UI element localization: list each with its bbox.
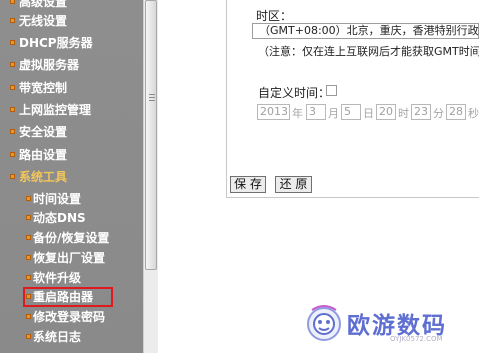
bullet-icon — [10, 85, 15, 90]
month-unit: 月 — [328, 107, 339, 120]
custom-time-label: 自定义时间： — [258, 86, 331, 100]
watermark-url: OYJK0572.COM — [390, 335, 443, 343]
sidebar-subitem-backup[interactable]: 备份/恢复设置 — [0, 228, 143, 248]
sidebar-item-label: 恢复出厂设置 — [33, 251, 106, 265]
highlight-box — [23, 287, 113, 307]
bullet-icon — [10, 174, 15, 179]
sidebar-subitem-upgrade[interactable]: 软件升级 — [0, 268, 143, 288]
restore-button[interactable]: 还 原 — [275, 176, 312, 193]
custom-time-checkbox[interactable] — [326, 85, 337, 96]
hour-unit: 时 — [398, 107, 409, 120]
bullet-icon — [26, 196, 31, 201]
sidebar-item-virtual-server[interactable]: 虚拟服务器 — [0, 55, 143, 75]
month-input[interactable]: 3 — [306, 104, 326, 120]
bullet-icon — [10, 0, 15, 4]
sidebar-subitem-syslog[interactable]: 系统日志 — [0, 327, 143, 347]
bullet-icon — [10, 107, 15, 112]
day-input[interactable]: 5 — [341, 104, 361, 120]
sidebar-subitem-password[interactable]: 修改登录密码 — [0, 307, 143, 327]
sidebar-item-label: 无线设置 — [19, 14, 68, 28]
sidebar-item-label: 修改登录密码 — [33, 310, 106, 324]
sidebar-scrollbar[interactable] — [143, 0, 158, 353]
scrollbar-thumb[interactable] — [145, 0, 157, 270]
sidebar-item-wireless[interactable]: 无线设置 — [0, 11, 143, 31]
sidebar-item-label: 安全设置 — [19, 125, 68, 139]
sidebar-item-label: 虚拟服务器 — [19, 58, 80, 72]
day-unit: 日 — [363, 107, 374, 120]
bullet-icon — [10, 129, 15, 134]
timezone-label: 时区： — [256, 9, 293, 23]
timezone-note: （注意：仅在连上互联网后才能获取GMT时间。 — [258, 45, 479, 58]
bullet-icon — [26, 275, 31, 280]
sidebar-subitem-factory-reset[interactable]: 恢复出厂设置 — [0, 248, 143, 268]
bullet-icon — [26, 255, 31, 260]
sidebar-subitem-ddns[interactable]: 动态DNS — [0, 208, 143, 228]
sidebar-item-label: 路由设置 — [19, 148, 68, 162]
sidebar-item-bandwidth[interactable]: 带宽控制 — [0, 78, 143, 98]
sidebar-item-label: 上网监控管理 — [19, 103, 92, 117]
bullet-icon — [26, 235, 31, 240]
sidebar-item-routing[interactable]: 路由设置 — [0, 145, 143, 165]
sidebar-item-label: 系统日志 — [33, 330, 82, 344]
sidebar-item-security[interactable]: 安全设置 — [0, 122, 143, 142]
bullet-icon — [10, 18, 15, 23]
bullet-icon — [10, 40, 15, 45]
sidebar-item-dhcp[interactable]: DHCP服务器 — [0, 33, 143, 53]
sidebar-item-label: DHCP服务器 — [19, 36, 93, 50]
timezone-select[interactable]: （GMT+08:00）北京，重庆，香港特别行政区， — [252, 23, 479, 39]
bullet-icon — [10, 152, 15, 157]
bullet-icon — [26, 334, 31, 339]
bullet-icon — [26, 215, 31, 220]
sidebar-item-system-tools[interactable]: 系统工具 — [0, 167, 143, 187]
hour-input[interactable]: 20 — [376, 104, 396, 120]
grip-icon — [149, 94, 155, 102]
sidebar: 高级设置 无线设置 DHCP服务器 虚拟服务器 带宽控制 上网监控管理 安全设置… — [0, 0, 143, 353]
sidebar-item-label: 系统工具 — [19, 170, 68, 184]
watermark: 欧游数码 OYJK0572.COM — [302, 300, 479, 353]
bullet-icon — [26, 314, 31, 319]
minute-unit: 分 — [433, 107, 444, 120]
sidebar-item-label: 动态DNS — [33, 211, 86, 225]
second-unit: 秒 — [468, 107, 479, 120]
sidebar-subitem-time[interactable]: 时间设置 — [0, 189, 143, 209]
bullet-icon — [10, 62, 15, 67]
sidebar-item-label: 带宽控制 — [19, 81, 68, 95]
save-button[interactable]: 保 存 — [230, 176, 266, 193]
watermark-logo-icon — [307, 305, 341, 341]
second-input[interactable]: 28 — [446, 104, 466, 120]
year-input[interactable]: 2013 — [257, 104, 290, 120]
minute-input[interactable]: 23 — [411, 104, 431, 120]
sidebar-item-monitoring[interactable]: 上网监控管理 — [0, 100, 143, 120]
sidebar-item-label: 备份/恢复设置 — [33, 231, 110, 245]
sidebar-item-label: 时间设置 — [33, 192, 82, 206]
year-unit: 年 — [292, 107, 303, 120]
sidebar-item-label: 软件升级 — [33, 271, 82, 285]
